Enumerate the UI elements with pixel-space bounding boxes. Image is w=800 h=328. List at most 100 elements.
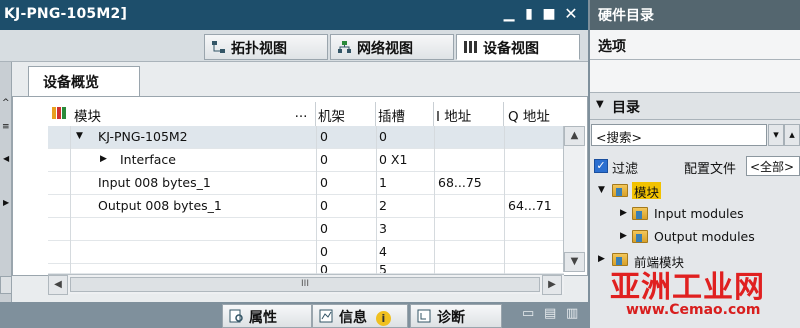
rack-value: 0 bbox=[320, 152, 328, 167]
module-name: KJ-PNG-105M2 bbox=[98, 129, 188, 144]
tab-label: 拓扑视图 bbox=[231, 41, 287, 57]
arrow-up-icon[interactable]: ^ bbox=[2, 98, 10, 108]
tab-properties[interactable]: 属性 bbox=[222, 304, 312, 328]
restore-icon[interactable]: ■ bbox=[540, 4, 558, 24]
arrow-left-icon[interactable]: ◀ bbox=[3, 154, 9, 163]
table-header: 模块 ... 机架 插槽 I 地址 Q 地址 bbox=[48, 102, 564, 126]
minimize-icon[interactable]: ▁ bbox=[500, 4, 518, 24]
column-divider bbox=[504, 126, 505, 274]
scroll-down-icon[interactable]: ▼ bbox=[564, 252, 585, 272]
profile-label: 配置文件 bbox=[684, 162, 737, 177]
vertical-scrollbar[interactable]: ▲ ▼ bbox=[563, 126, 585, 272]
chevron-right-icon[interactable]: ▶ bbox=[598, 254, 605, 264]
q-address-value: 64...71 bbox=[508, 198, 552, 213]
collapsed-side-panel[interactable]: ^ ≡ ◀ ▶ bbox=[0, 62, 12, 302]
rack-value: 0 bbox=[320, 198, 328, 213]
module-config-icon[interactable] bbox=[48, 102, 70, 126]
chevron-right-icon[interactable]: ▶ bbox=[620, 208, 627, 218]
watermark-brand: 亚洲工业网 bbox=[610, 270, 765, 305]
rack-value: 0 bbox=[320, 244, 328, 259]
close-icon[interactable]: ✕ bbox=[562, 4, 580, 24]
info-icon bbox=[319, 309, 333, 323]
slot-value: 3 bbox=[379, 221, 387, 236]
tile-icon[interactable]: ▮ bbox=[520, 4, 538, 24]
collapse-icon[interactable]: ▼ bbox=[76, 131, 83, 141]
rack-value: 0 bbox=[320, 129, 328, 144]
slot-value: 5 bbox=[379, 264, 387, 274]
folder-icon bbox=[632, 207, 648, 220]
horizontal-scrollbar[interactable]: ◀ III ▶ bbox=[48, 274, 564, 295]
tree-label: 模块 bbox=[632, 182, 662, 200]
tab-info[interactable]: 信息 i bbox=[312, 304, 408, 328]
rack-value: 0 bbox=[320, 264, 328, 274]
options-section[interactable]: 选项 bbox=[590, 30, 800, 60]
tree-label: Output modules bbox=[654, 229, 755, 244]
rack-value: 0 bbox=[320, 175, 328, 190]
tab-network-view[interactable]: 网络视图 bbox=[330, 34, 454, 60]
device-overview-tab[interactable]: 设备概览 bbox=[28, 66, 140, 96]
tab-diagnostics[interactable]: 诊断 bbox=[410, 304, 502, 328]
network-icon bbox=[338, 41, 351, 53]
expand-icon[interactable]: ▶ bbox=[100, 154, 107, 164]
rack-value: 0 bbox=[320, 221, 328, 236]
slot-value: 1 bbox=[379, 175, 387, 190]
table-row[interactable]: 0 3 bbox=[48, 218, 564, 241]
filter-row: ✓ 过滤 配置文件 <全部> bbox=[590, 156, 800, 178]
module-name: Input 008 bytes_1 bbox=[98, 175, 211, 190]
scroll-left-icon[interactable]: ◀ bbox=[48, 275, 68, 295]
catalog-search-input[interactable]: <搜索> bbox=[591, 124, 767, 146]
catalog-title: 目录 bbox=[612, 100, 640, 116]
column-header-i-address[interactable]: I 地址 bbox=[434, 102, 504, 126]
table-row[interactable]: 0 4 bbox=[48, 241, 564, 264]
search-down-icon[interactable]: ▾ bbox=[768, 124, 784, 146]
column-divider bbox=[316, 126, 317, 274]
column-header-module[interactable]: 模块 bbox=[74, 102, 316, 126]
menu-icon[interactable]: ≡ bbox=[2, 122, 10, 132]
device-icon bbox=[464, 41, 477, 53]
i-address-value: 68...75 bbox=[438, 175, 482, 190]
tab-topology-view[interactable]: 拓扑视图 bbox=[204, 34, 328, 60]
column-divider bbox=[70, 126, 71, 274]
scroll-right-icon[interactable]: ▶ bbox=[542, 275, 562, 295]
panel-title: 硬件目录 bbox=[590, 0, 800, 30]
column-header-q-address[interactable]: Q 地址 bbox=[504, 102, 564, 126]
panel-float-icon[interactable]: ▤ bbox=[544, 306, 556, 321]
tab-device-view[interactable]: 设备视图 bbox=[456, 34, 580, 60]
chevron-right-icon[interactable]: ▶ bbox=[620, 231, 627, 241]
panel-maximize-icon[interactable]: ▥ bbox=[566, 306, 578, 321]
column-header-slot[interactable]: 插槽 bbox=[376, 102, 434, 126]
chevron-down-icon[interactable]: ▼ bbox=[598, 185, 605, 195]
scroll-thumb[interactable]: III bbox=[70, 277, 540, 292]
search-up-icon[interactable]: ▴ bbox=[784, 124, 800, 146]
diagnostics-icon bbox=[417, 309, 431, 323]
slot-value: 4 bbox=[379, 244, 387, 259]
panel-minimize-icon[interactable]: ▭ bbox=[522, 306, 534, 321]
column-divider bbox=[434, 126, 435, 274]
profile-select[interactable]: <全部> bbox=[746, 156, 800, 176]
watermark-url: www.Cemao.com bbox=[626, 302, 761, 318]
properties-icon bbox=[229, 309, 243, 323]
table-row[interactable]: Input 008 bytes_1 0 1 68...75 bbox=[48, 172, 564, 195]
column-header-rack[interactable]: 机架 bbox=[316, 102, 376, 126]
chevron-down-icon[interactable]: ▼ bbox=[596, 99, 604, 110]
table-row[interactable]: 0 5 bbox=[48, 264, 564, 274]
table-row[interactable]: ▶ Interface 0 0 X1 bbox=[48, 149, 564, 172]
tree-label: Input modules bbox=[654, 206, 744, 221]
column-header-more[interactable]: ... bbox=[288, 102, 314, 126]
tab-label: 信息 bbox=[339, 310, 367, 326]
folder-icon bbox=[632, 230, 648, 243]
topology-icon bbox=[212, 41, 225, 53]
filter-checkbox[interactable]: ✓ bbox=[594, 159, 608, 173]
tab-label: 网络视图 bbox=[357, 41, 413, 57]
table-row[interactable]: Output 008 bytes_1 0 2 64...71 bbox=[48, 195, 564, 218]
catalog-section-header[interactable]: ▼ 目录 bbox=[590, 92, 800, 120]
view-tabs-bar: 拓扑视图 网络视图 设备视图 bbox=[0, 30, 588, 62]
slot-value: 0 bbox=[379, 129, 387, 144]
table-row[interactable]: ▼ KJ-PNG-105M2 0 0 bbox=[48, 126, 564, 149]
column-divider bbox=[376, 126, 377, 274]
module-name: Output 008 bytes_1 bbox=[98, 198, 222, 213]
info-badge: i bbox=[375, 311, 391, 326]
scroll-up-icon[interactable]: ▲ bbox=[564, 126, 585, 146]
filter-label: 过滤 bbox=[612, 162, 639, 177]
arrow-right-icon[interactable]: ▶ bbox=[3, 198, 9, 207]
